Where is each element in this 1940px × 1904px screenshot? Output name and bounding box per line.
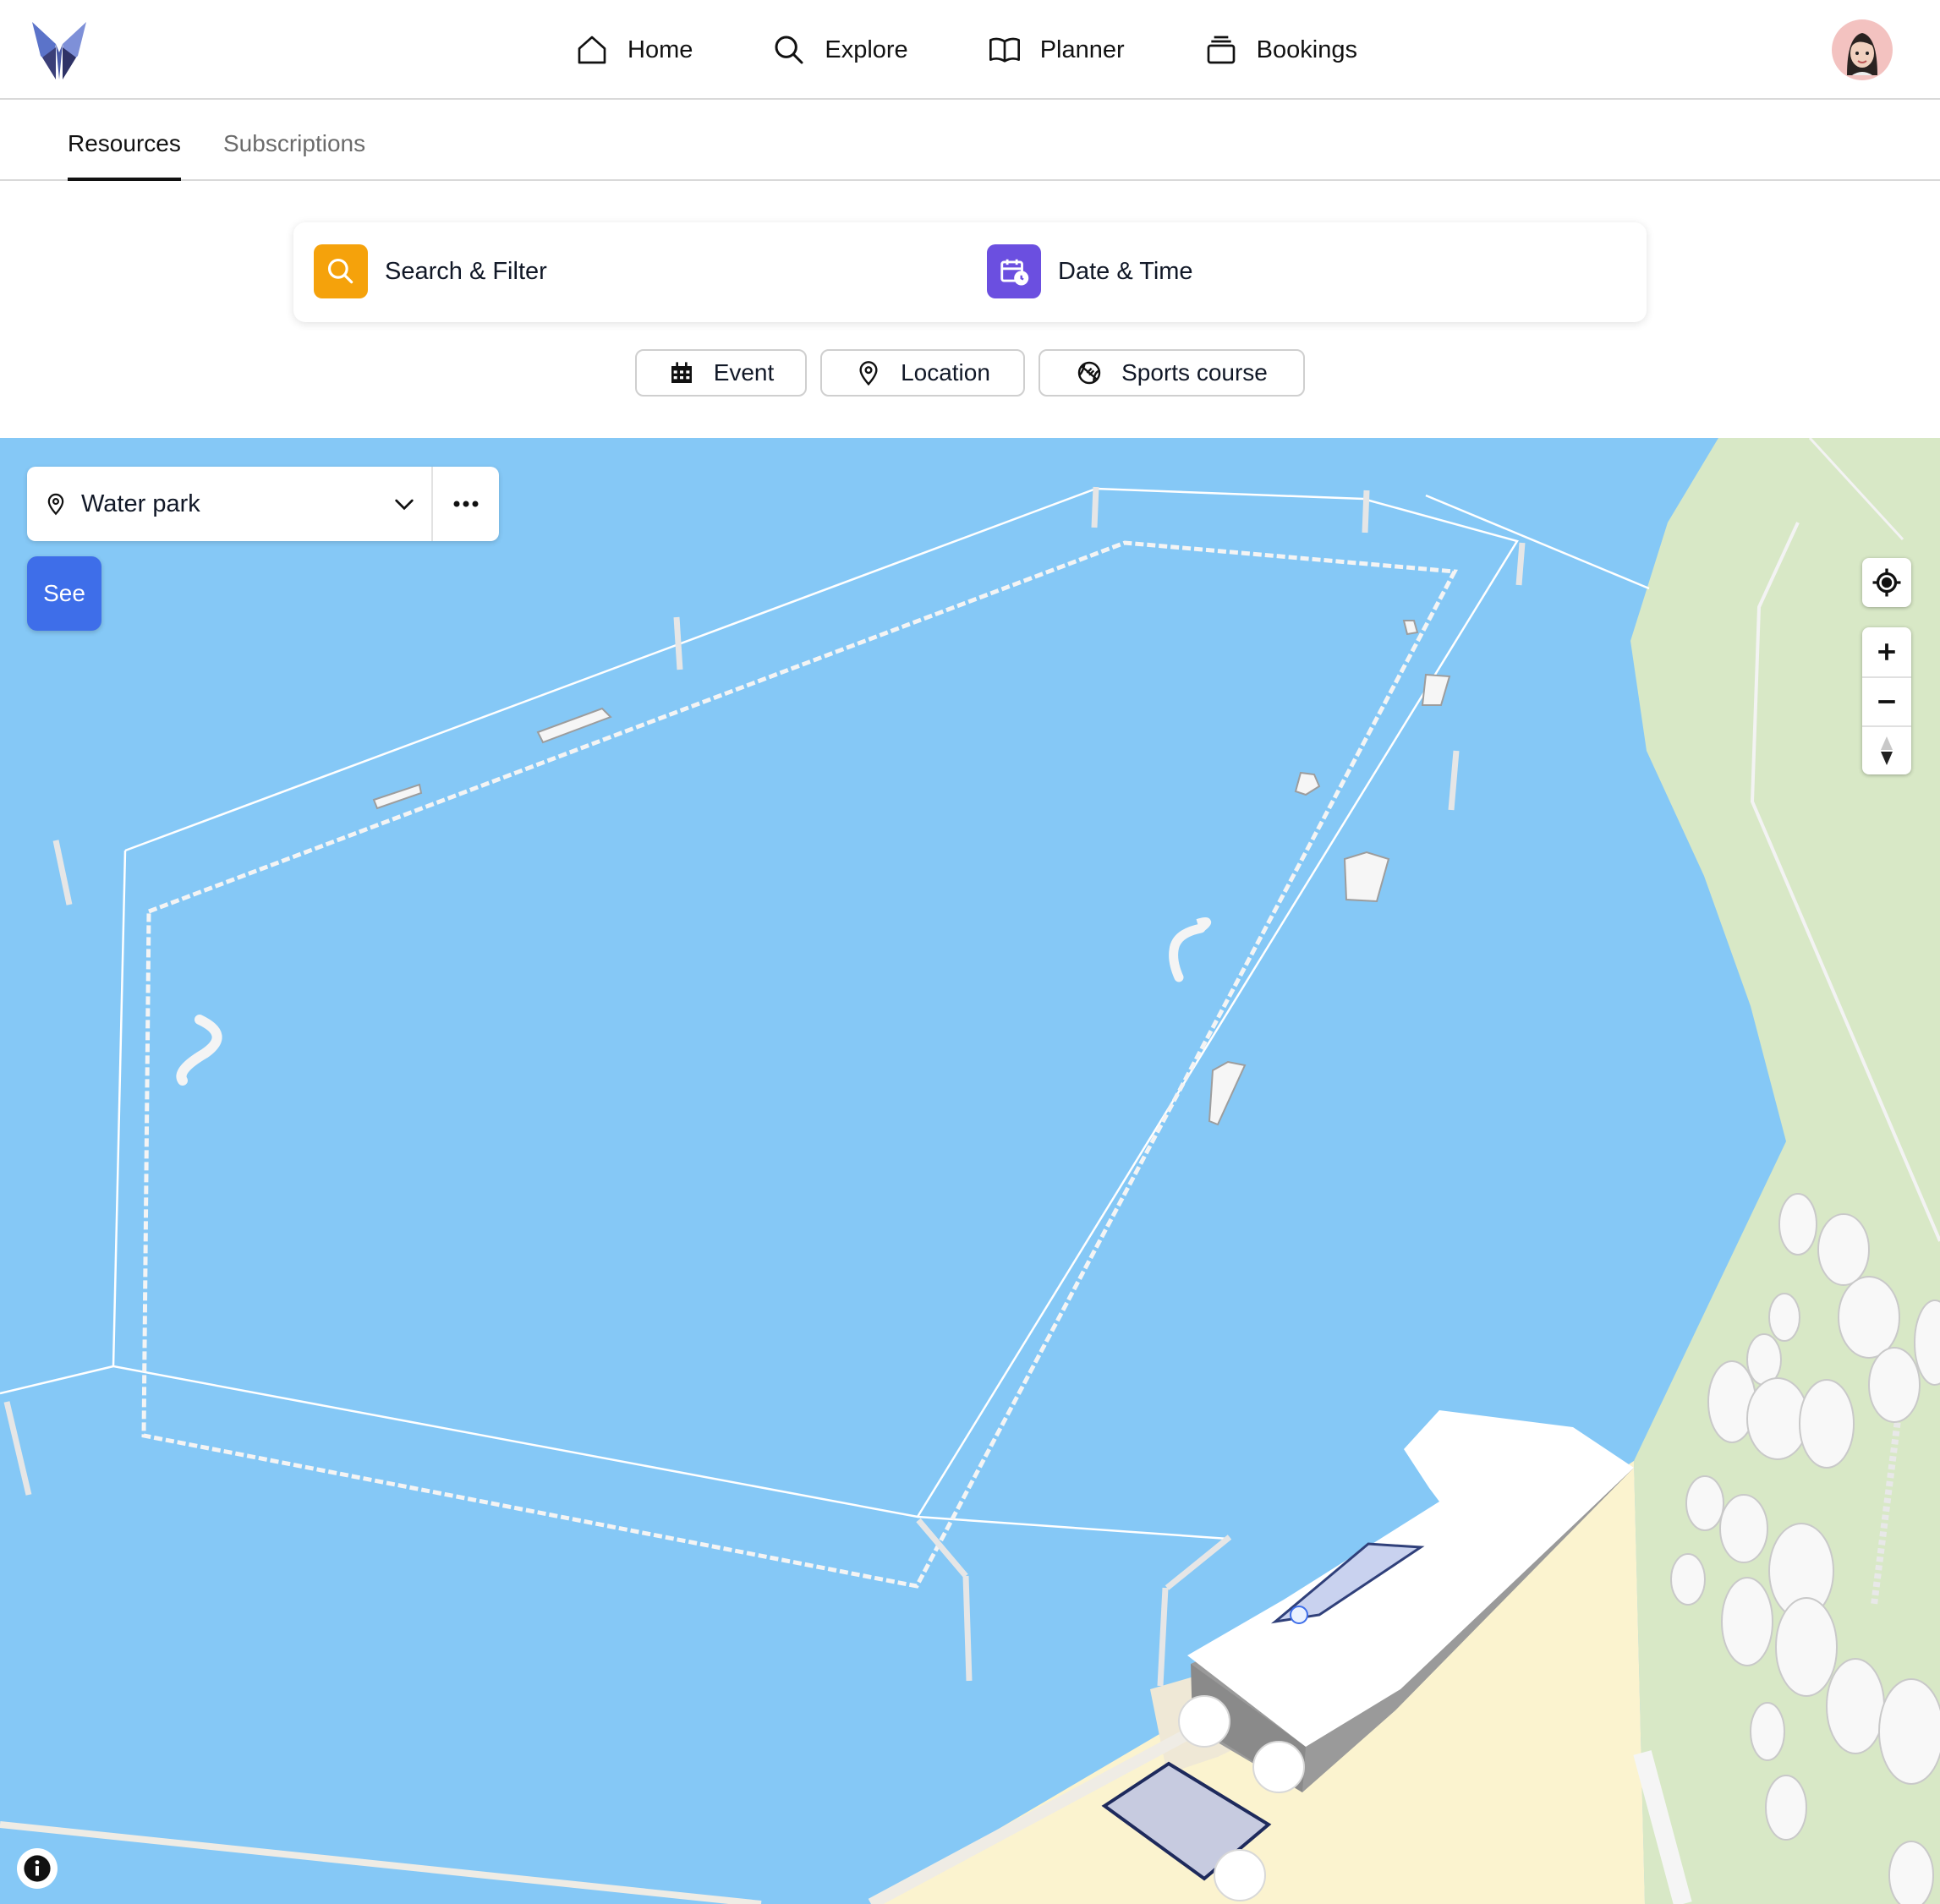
search-icon	[327, 258, 353, 284]
date-time-label: Date & Time	[1058, 257, 1193, 285]
ramp-obstacle	[176, 1015, 222, 1086]
ramp-obstacle	[1169, 923, 1206, 982]
top-navbar: Home Explore Planner Bookings	[0, 0, 1940, 100]
nav-explore[interactable]: Explore	[772, 33, 908, 67]
compass-button[interactable]	[1862, 725, 1911, 774]
plus-icon	[1878, 643, 1895, 660]
search-icon	[775, 36, 803, 64]
attribution-info-button[interactable]	[17, 1848, 58, 1889]
minus-icon	[1878, 700, 1895, 703]
nav-planner[interactable]: Planner	[988, 33, 1125, 67]
book-icon	[989, 37, 1020, 63]
pier	[0, 1821, 762, 1904]
nav-planner-label: Planner	[1039, 36, 1125, 63]
map-view[interactable]: Water park See	[0, 438, 1940, 1904]
map-scene[interactable]	[0, 438, 1940, 1904]
see-button[interactable]: See	[27, 556, 101, 631]
zoom-out-button[interactable]	[1862, 676, 1911, 725]
pylon	[3, 486, 1526, 1687]
nav-bookings-label: Bookings	[1256, 36, 1357, 63]
category-chips: Event Location Sports course	[0, 349, 1940, 397]
tab-subscriptions[interactable]: Subscriptions	[223, 130, 365, 178]
map-pin-icon	[859, 361, 878, 386]
chip-event-label: Event	[713, 359, 775, 386]
nav-home[interactable]: Home	[575, 33, 693, 67]
main-nav: Home Explore Planner Bookings	[575, 25, 1437, 74]
search-filter-label: Search & Filter	[385, 257, 547, 285]
chip-location-label: Location	[901, 359, 990, 386]
nav-explore-label: Explore	[825, 36, 908, 63]
chip-sports-course-label: Sports course	[1121, 359, 1268, 386]
chip-sports-course[interactable]: Sports course	[1039, 349, 1305, 397]
ball-icon	[1077, 361, 1101, 385]
zoom-in-button[interactable]	[1862, 627, 1911, 676]
home-icon	[578, 36, 606, 64]
user-avatar[interactable]	[1832, 19, 1893, 80]
info-icon	[24, 1855, 51, 1882]
location-select: Water park	[27, 467, 499, 541]
zoom-control	[1862, 627, 1911, 774]
location-select-value: Water park	[81, 490, 200, 517]
ramp-obstacle	[372, 620, 1451, 1126]
chip-event[interactable]: Event	[635, 349, 807, 397]
chevron-down-icon	[395, 499, 414, 511]
calendar-grid-icon	[671, 362, 692, 383]
location-dropdown[interactable]: Water park	[27, 467, 433, 541]
crosshair-icon	[1872, 568, 1901, 597]
compass-icon	[1881, 736, 1893, 765]
search-filter-button[interactable]: Search & Filter	[314, 244, 547, 298]
nav-home-label: Home	[627, 36, 693, 63]
more-options-button[interactable]	[433, 467, 499, 541]
tab-resources[interactable]: Resources	[68, 130, 181, 181]
date-time-icon-box	[987, 244, 1041, 298]
search-card: Search & Filter Date & Time	[293, 222, 1647, 322]
geolocate-button[interactable]	[1862, 558, 1911, 607]
geolocate-control	[1862, 558, 1911, 607]
chip-location[interactable]: Location	[820, 349, 1025, 397]
stack-icon	[1207, 36, 1235, 64]
memoji-avatar-icon	[1847, 33, 1877, 75]
date-time-button[interactable]: Date & Time	[987, 244, 1193, 298]
resource-tabs: Resources Subscriptions	[0, 100, 1940, 181]
calendar-clock-icon	[1000, 259, 1029, 286]
nav-bookings[interactable]: Bookings	[1204, 33, 1357, 67]
app-logo[interactable]	[30, 19, 88, 81]
more-dots-icon	[453, 501, 479, 507]
map-pin-icon	[47, 493, 64, 516]
search-filter-icon-box	[314, 244, 368, 298]
cable-line-dashed	[141, 540, 1458, 1589]
cable-line	[0, 487, 1650, 1540]
